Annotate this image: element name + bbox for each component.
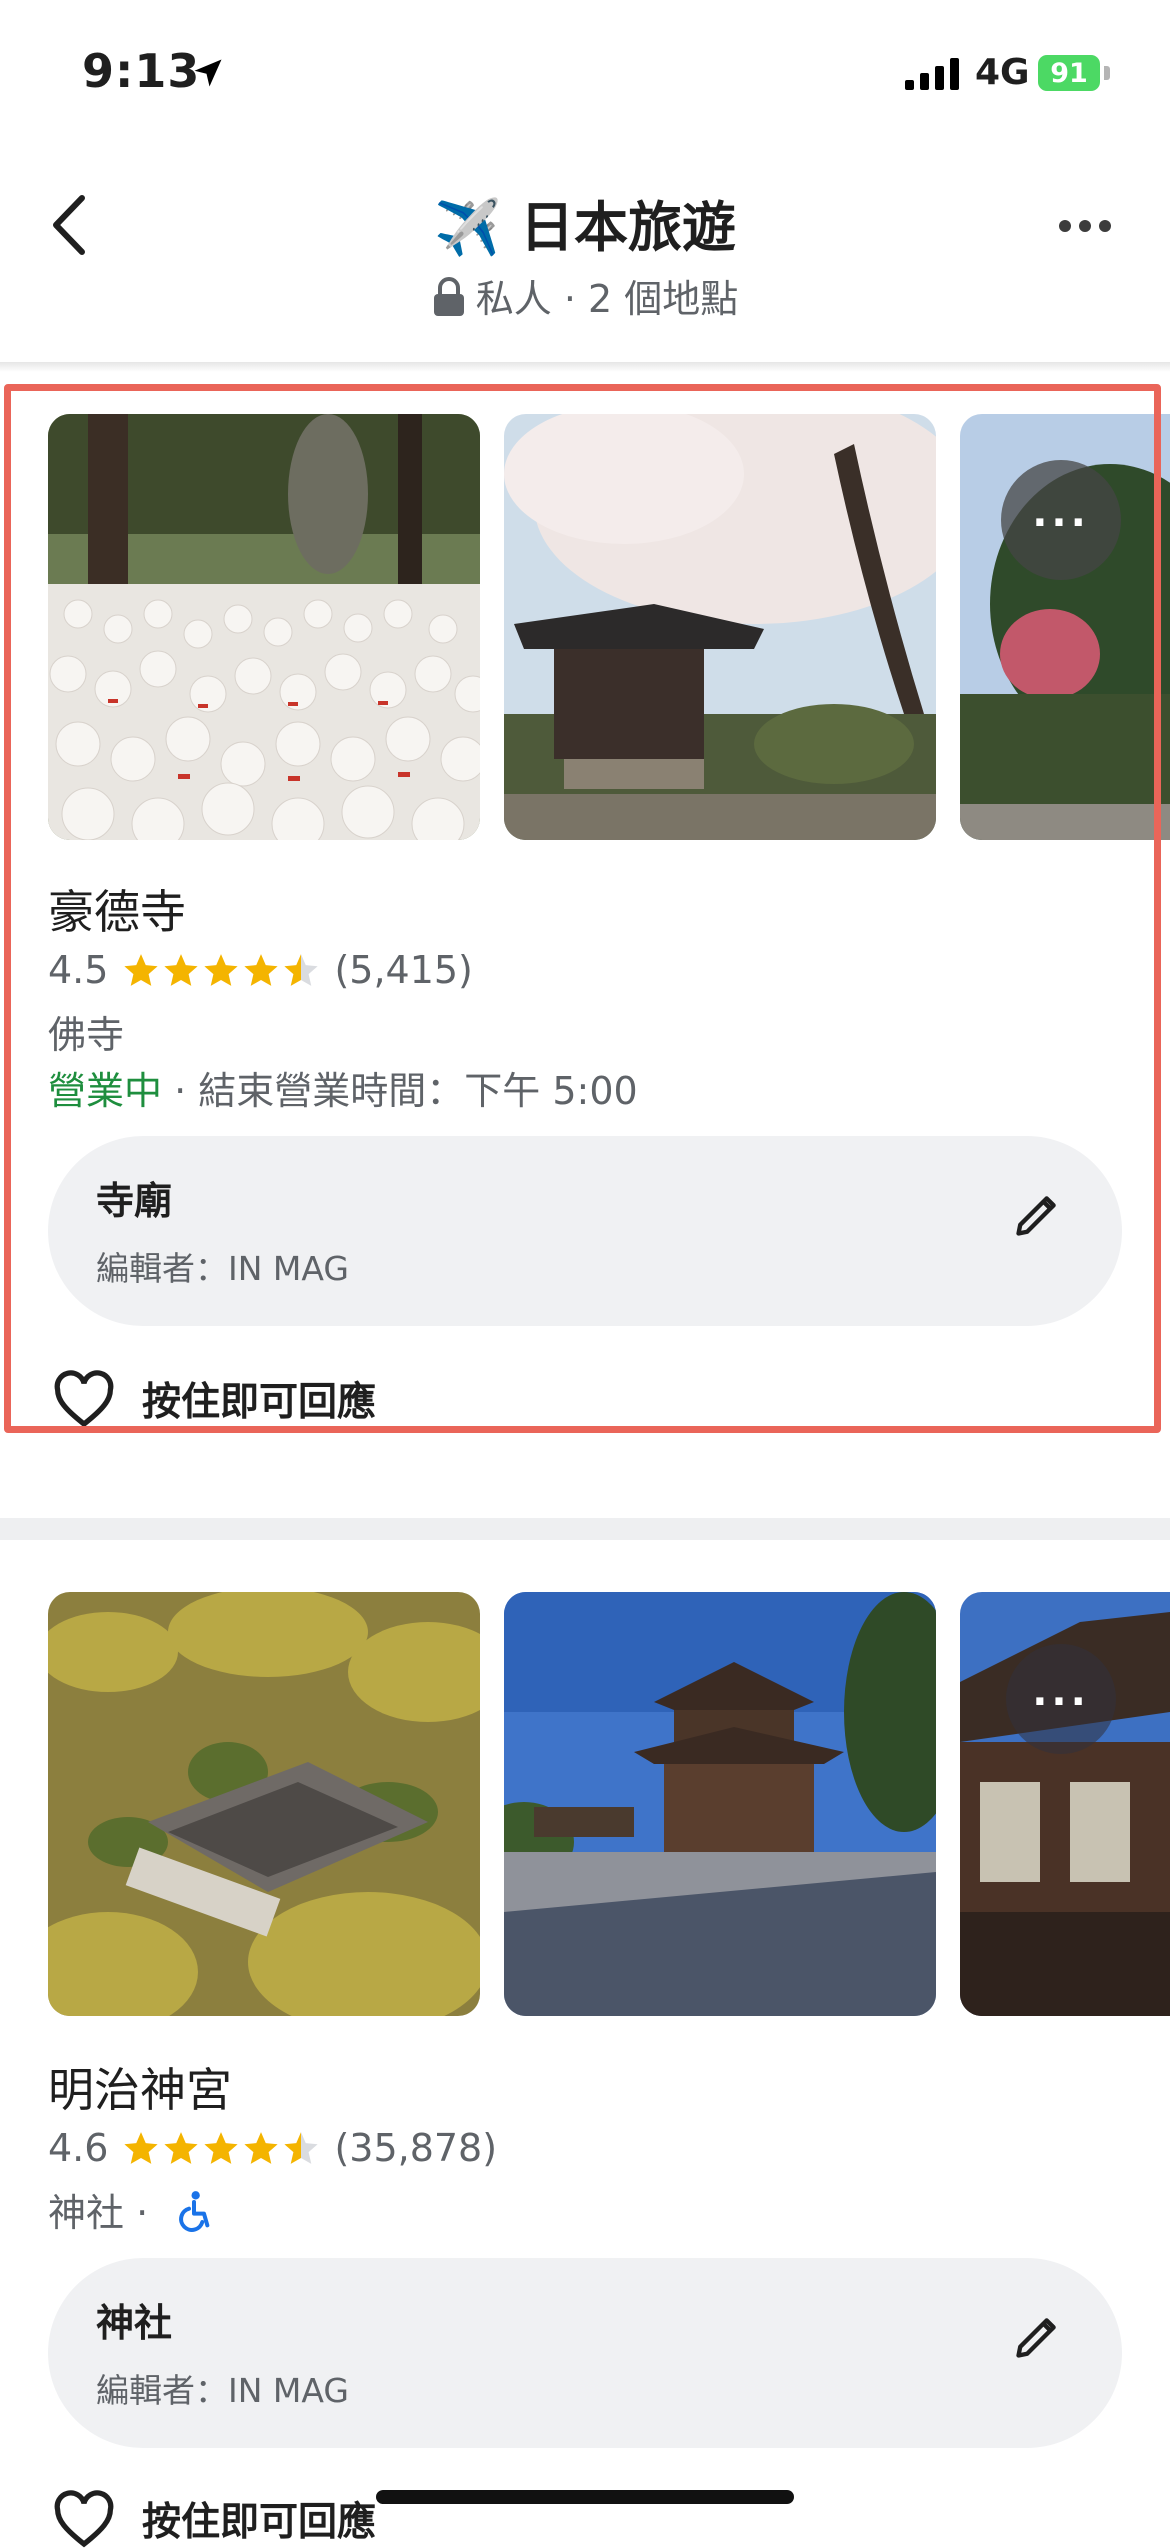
star-icon [164,954,199,986]
star-icon [124,2132,159,2164]
hours-row: 營業中 · 結束營業時間：下午 5:00 [48,1060,638,1115]
battery-cap [1104,66,1110,80]
privacy-count: 私人 · 2 個地點 [475,277,739,321]
signal-icon [905,58,959,90]
status-bar: 9:13 4G 91 [0,0,1170,150]
more-icon[interactable] [1055,210,1115,240]
card-separator [0,1518,1170,1540]
rating-value: 4.6 [48,2126,109,2170]
place-category-row: 神社 · [48,2182,214,2237]
rating-row: 4.5 (5,415) [48,948,473,992]
place-photo-1[interactable] [48,414,480,840]
star-rating [122,2129,320,2167]
place-category: 佛寺 [48,1013,125,1057]
note-editor: 編輯者：IN MAG [96,1249,349,1288]
closing-time: · 結束營業時間：下午 5:00 [162,1069,638,1113]
star-icon [204,2132,239,2164]
star-icon [244,2132,279,2164]
star-rating [122,951,320,989]
wheelchair-icon [179,2191,210,2232]
star-icon [244,954,279,986]
note-editor: 編輯者：IN MAG [96,2371,349,2410]
review-count: (35,878) [334,2126,498,2170]
more-dots-icon: ... [1032,490,1090,536]
note-title: 寺廟 [96,1179,173,1223]
place-photo-1[interactable] [48,1592,480,2016]
photo-more-button[interactable]: ... [1001,460,1121,580]
heart-icon [54,1370,114,1428]
react-button[interactable]: 按住即可回應 [52,1370,376,1428]
status-time: 9:13 [82,44,201,98]
network-type: 4G [975,52,1030,93]
star-icon [204,954,239,986]
more-dots-icon: ... [1032,1669,1090,1715]
react-label: 按住即可回應 [142,1380,377,1425]
place-category: 神社 · [48,2191,161,2235]
header-divider [0,362,1170,372]
star-icon [124,954,159,986]
edit-icon[interactable] [1012,2310,1064,2362]
page-title: ✈️ 日本旅遊 [433,196,737,259]
home-indicator[interactable] [376,2490,794,2504]
star-half-icon [284,2132,319,2164]
react-button[interactable]: 按住即可回應 [52,2490,376,2548]
place-photo-2[interactable] [504,1592,936,2016]
edit-icon[interactable] [1012,1188,1064,1240]
page-subtitle: 私人 · 2 個地點 [0,268,1170,323]
react-label: 按住即可回應 [142,2500,377,2545]
rating-value: 4.5 [48,948,109,992]
heart-icon [54,2490,114,2548]
battery-level: 91 [1050,57,1088,89]
rating-row: 4.6 (35,878) [48,2126,497,2170]
place-photo-2[interactable] [504,414,936,840]
review-count: (5,415) [334,948,473,992]
open-status: 營業中 [48,1069,163,1113]
star-icon [164,2132,199,2164]
note-box[interactable]: 神社 編輯者：IN MAG [48,2258,1122,2448]
battery-icon: 91 [1038,55,1100,91]
star-half-icon [284,954,319,986]
photo-more-button[interactable]: ... [1006,1644,1116,1754]
list-header: ✈️ 日本旅遊 私人 · 2 個地點 [0,150,1170,360]
location-arrow-icon [194,59,222,87]
place-name[interactable]: 明治神宮 [48,2054,232,2120]
place-name[interactable]: 豪德寺 [48,876,186,942]
note-title: 神社 [96,2301,173,2345]
lock-icon [433,277,464,316]
note-box[interactable]: 寺廟 編輯者：IN MAG [48,1136,1122,1326]
